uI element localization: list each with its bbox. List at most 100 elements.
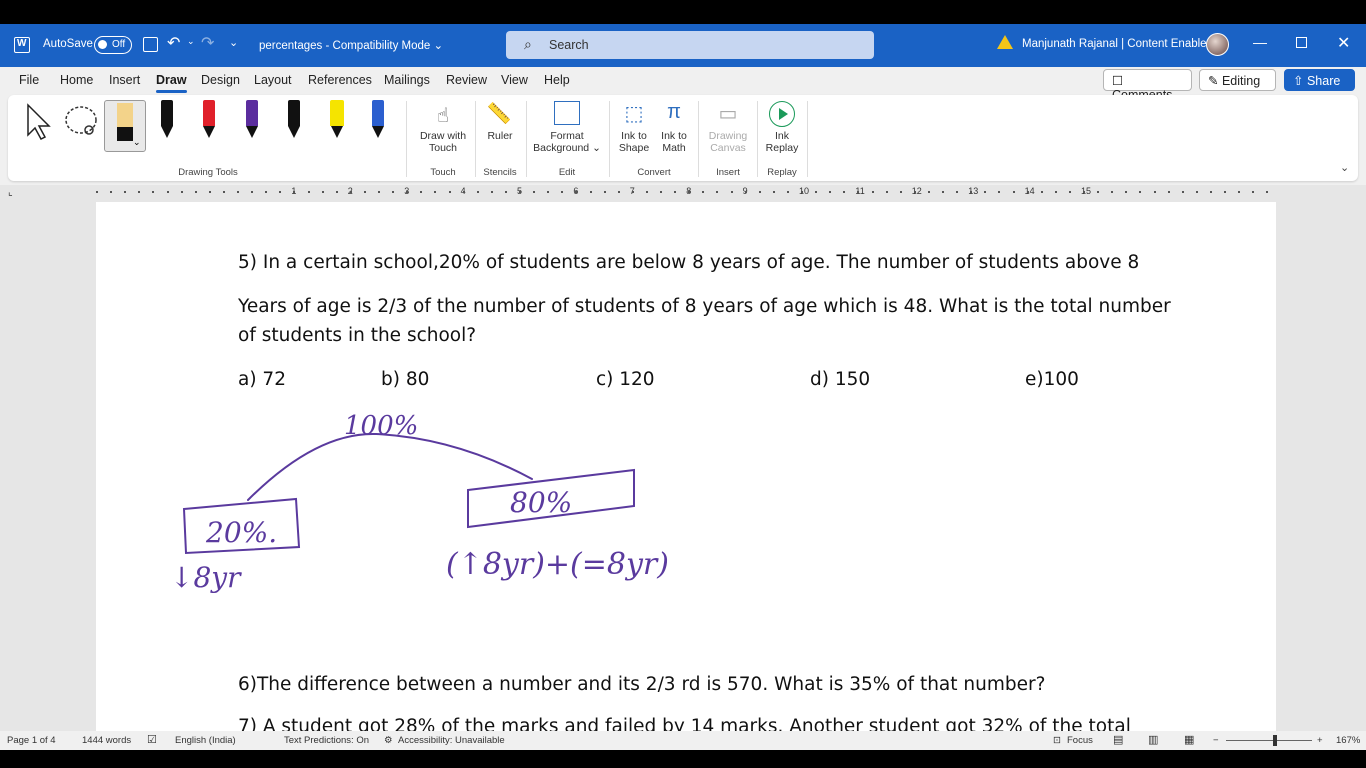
zoom-slider[interactable] <box>1226 740 1312 741</box>
ruler-tick <box>885 191 888 193</box>
format-background-icon <box>554 101 580 125</box>
ruler-tick <box>1209 191 1212 193</box>
undo-icon[interactable]: ↶ <box>167 33 180 53</box>
minimize-button[interactable]: — <box>1253 34 1267 50</box>
zoom-slider-thumb[interactable] <box>1273 735 1277 746</box>
tab-help[interactable]: Help <box>544 73 570 87</box>
tab-insert[interactable]: Insert <box>109 73 140 87</box>
lasso-icon <box>65 106 97 135</box>
pen-tip <box>203 126 215 138</box>
highlighter-tool-selected[interactable]: ⌄ <box>104 100 146 152</box>
user-name[interactable]: Manjunath Rajanal | Content Enablers <box>1022 38 1216 50</box>
ink-annotations[interactable]: 100% 20%. ↓8yr 80% (↑8yr)+(=8yr) <box>96 202 1276 622</box>
tab-stop-icon[interactable]: ⌞ <box>8 187 13 198</box>
tab-view[interactable]: View <box>501 73 528 87</box>
draw-with-touch-label-2: Touch <box>428 142 458 154</box>
pen-tip <box>331 126 343 138</box>
collapse-ribbon-icon[interactable]: ⌄ <box>1340 161 1349 174</box>
ruler-tick <box>1012 191 1015 193</box>
tab-design[interactable]: Design <box>201 73 240 87</box>
tab-references[interactable]: References <box>308 73 372 87</box>
pen-galaxy[interactable] <box>367 100 389 144</box>
focus-button[interactable]: Focus <box>1067 735 1093 746</box>
pen-tip <box>288 126 300 138</box>
ruler-tick <box>519 191 521 193</box>
chevron-down-icon[interactable]: ⌄ <box>133 137 141 148</box>
document-title[interactable]: percentages - Compatibility Mode ⌄ <box>259 38 443 52</box>
ink-to-shape-button[interactable]: Ink to Shape <box>614 130 654 154</box>
autosave-label: AutoSave <box>43 38 93 50</box>
ruler-tick <box>801 191 803 193</box>
ruler-tick <box>843 191 846 193</box>
ruler-tick <box>716 191 719 193</box>
tab-review[interactable]: Review <box>446 73 487 87</box>
search-box[interactable]: ⌕ Search <box>506 31 874 59</box>
text-predictions[interactable]: Text Predictions: On <box>284 735 369 746</box>
ruler-tick <box>265 191 268 193</box>
proofing-icon[interactable]: ☑ <box>147 733 157 746</box>
ruler-tick <box>589 191 592 193</box>
horizontal-ruler[interactable]: ⌞ 123456789101112131415 <box>0 185 1366 202</box>
ink-to-math-button[interactable]: Ink to Math <box>654 130 694 154</box>
ruler-tick <box>152 191 155 193</box>
ruler-tick <box>335 191 338 193</box>
ruler-button[interactable]: Ruler <box>478 130 522 142</box>
ruler-tick <box>504 191 507 193</box>
page-count[interactable]: Page 1 of 4 <box>7 735 56 746</box>
warning-icon[interactable] <box>997 35 1013 49</box>
format-bg-label-1: Format <box>550 130 584 142</box>
draw-with-touch-button[interactable]: Draw with Touch <box>410 130 476 154</box>
undo-dropdown-icon[interactable]: ⌄ <box>187 36 195 47</box>
tab-file[interactable]: File <box>19 73 39 87</box>
close-button[interactable]: ✕ <box>1337 33 1350 53</box>
ruler-tick <box>786 191 789 193</box>
highlighter-yellow[interactable] <box>326 100 348 144</box>
share-button[interactable]: ⇧ Share ⌄ <box>1284 69 1355 103</box>
play-icon <box>779 108 788 120</box>
pen-black-pattern[interactable] <box>283 100 305 144</box>
web-layout-icon[interactable]: ▦ <box>1184 733 1194 746</box>
ruler-tick <box>857 191 860 193</box>
ruler-tick <box>476 191 479 193</box>
group-drawing-tools: Drawing Tools <box>178 167 238 178</box>
redo-icon[interactable]: ↷ <box>201 33 214 53</box>
read-mode-icon[interactable]: ▤ <box>1113 733 1123 746</box>
tab-home[interactable]: Home <box>60 73 93 87</box>
ruler-tick <box>462 191 465 193</box>
zoom-level[interactable]: 167% <box>1336 735 1360 746</box>
ruler-tick <box>1111 191 1114 193</box>
pen-tip <box>246 126 258 138</box>
ruler-tick <box>758 191 761 193</box>
pen-body <box>372 100 384 126</box>
customize-toolbar-icon[interactable]: ⌄ <box>229 36 238 49</box>
zoom-out-icon[interactable]: − <box>1213 735 1219 746</box>
zoom-in-icon[interactable]: + <box>1317 735 1323 746</box>
tab-draw[interactable]: Draw <box>156 73 187 93</box>
pen-purple[interactable] <box>241 100 263 144</box>
ink-replay-button[interactable]: Ink Replay <box>760 130 804 154</box>
drawing-canvas-button[interactable]: Drawing Canvas <box>703 130 753 154</box>
ruler-tick <box>1195 191 1198 193</box>
restore-button[interactable] <box>1296 37 1307 48</box>
print-layout-icon[interactable]: ▥ <box>1148 733 1158 746</box>
select-tool[interactable] <box>24 103 54 146</box>
tab-layout[interactable]: Layout <box>254 73 292 87</box>
ink-to-shape-label-2: Shape <box>618 142 650 154</box>
save-icon[interactable] <box>143 37 158 52</box>
pen-red[interactable] <box>198 100 220 144</box>
pen-black[interactable] <box>156 100 178 144</box>
ruler-tick <box>829 191 832 193</box>
language[interactable]: English (India) <box>175 735 236 746</box>
ruler-tick <box>1153 191 1156 193</box>
lasso-tool[interactable] <box>64 103 100 144</box>
tab-mailings[interactable]: Mailings <box>384 73 430 87</box>
comments-button[interactable]: ☐ Comments <box>1103 69 1192 102</box>
format-background-button[interactable]: Format Background ⌄ <box>528 130 606 154</box>
accessibility-status[interactable]: Accessibility: Unavailable <box>398 735 505 746</box>
document-page[interactable]: 5) In a certain school,20% of students a… <box>96 202 1276 731</box>
ruler-tick <box>927 191 930 193</box>
editing-mode-button[interactable]: ✎ Editing ⌄ <box>1199 69 1276 103</box>
autosave-toggle[interactable]: Off <box>94 36 132 54</box>
avatar[interactable] <box>1206 33 1229 56</box>
word-count[interactable]: 1444 words <box>82 735 131 746</box>
